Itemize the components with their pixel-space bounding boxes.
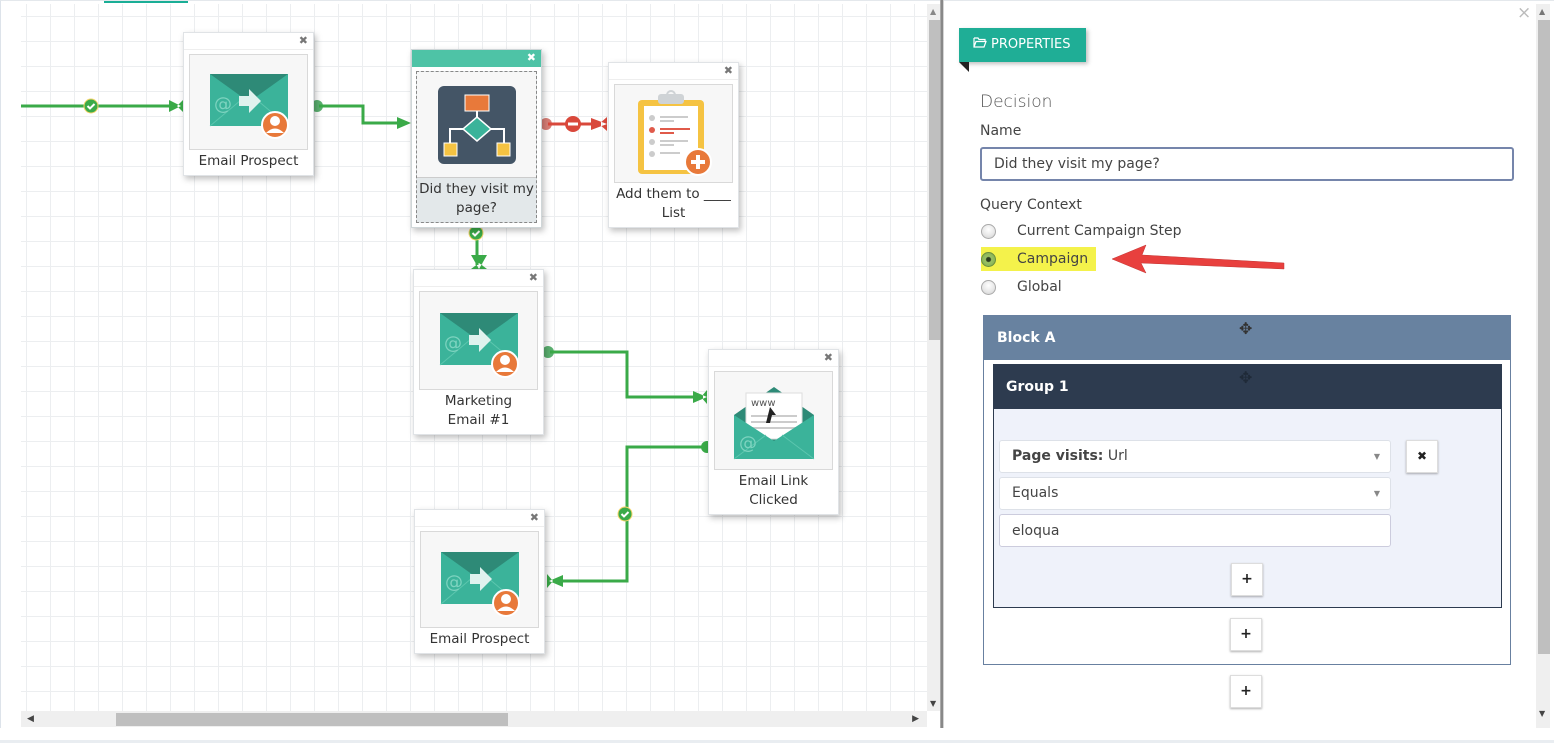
step-label: Add them to ____ List bbox=[616, 186, 731, 221]
clipboard-add-icon bbox=[637, 89, 712, 176]
step-label: Did they visit my page? bbox=[419, 181, 534, 216]
chevron-down-icon: ▼ bbox=[1373, 452, 1380, 461]
chevron-down-icon: ▼ bbox=[1373, 489, 1380, 498]
move-icon[interactable]: ✥ bbox=[1239, 356, 1252, 400]
operator-select-value: Equals bbox=[1012, 485, 1059, 501]
field-select[interactable]: Page visits: Url ▼ bbox=[999, 440, 1391, 473]
svg-text:www: www bbox=[751, 398, 776, 409]
canvas-horizontal-scrollbar[interactable]: ◀ ▶ bbox=[21, 711, 927, 727]
group-header[interactable]: Group 1 ✥ bbox=[994, 365, 1501, 409]
campaign-step-email-link-clicked[interactable]: ✖ www @ Email Link Clicked bbox=[708, 349, 839, 515]
scroll-up-icon[interactable]: ▲ bbox=[930, 7, 936, 16]
email-send-icon: @ bbox=[440, 551, 520, 617]
campaign-step-email-prospect[interactable]: ✖ @ Email Prospect bbox=[414, 509, 545, 654]
criteria-value-input[interactable] bbox=[999, 514, 1391, 547]
properties-panel: × ▲ ▼ PROPERTIES Decision Name Query Con… bbox=[944, 0, 1554, 728]
name-input[interactable] bbox=[980, 147, 1514, 181]
section-title: Decision bbox=[980, 92, 1053, 112]
campaign-step-decision[interactable]: ✖ Did they visit my page? bbox=[411, 49, 542, 228]
radio-button[interactable] bbox=[981, 223, 996, 239]
properties-ribbon: PROPERTIES bbox=[959, 28, 1086, 72]
radio-button[interactable] bbox=[981, 251, 996, 267]
remove-step-icon[interactable]: ✖ bbox=[529, 271, 538, 285]
name-label: Name bbox=[980, 123, 1022, 139]
radio-campaign[interactable]: Campaign bbox=[981, 248, 1088, 270]
scroll-right-icon[interactable]: ▶ bbox=[912, 714, 919, 724]
block-header[interactable]: Block A ✥ bbox=[984, 316, 1510, 360]
add-criteria-button[interactable]: + bbox=[1231, 563, 1263, 596]
panel-vertical-scrollbar[interactable]: ▲ ▼ bbox=[1536, 4, 1550, 728]
add-block-button[interactable]: + bbox=[1230, 675, 1262, 708]
add-group-button[interactable]: + bbox=[1230, 618, 1262, 651]
svg-text:@: @ bbox=[739, 433, 757, 454]
scrollbar-thumb[interactable] bbox=[1538, 20, 1550, 654]
group-title: Group 1 bbox=[1006, 379, 1069, 395]
condition-group: Group 1 ✥ Page visits: Url ▼ Equals ▼ ✖ … bbox=[993, 364, 1502, 608]
scroll-down-icon[interactable]: ▼ bbox=[1539, 709, 1545, 718]
remove-step-icon[interactable]: ✖ bbox=[527, 51, 536, 65]
remove-step-icon[interactable]: ✖ bbox=[724, 64, 733, 78]
step-label: Email Prospect bbox=[198, 153, 299, 169]
scrollbar-thumb[interactable] bbox=[116, 713, 508, 726]
email-send-icon: @ bbox=[209, 74, 289, 139]
step-label: Marketing Email #1 bbox=[444, 393, 513, 428]
annotation-arrow-icon bbox=[1111, 244, 1285, 274]
condition-block: Block A ✥ Group 1 ✥ Page visits: Url ▼ E… bbox=[983, 315, 1511, 665]
scroll-down-icon[interactable]: ▼ bbox=[930, 699, 936, 708]
svg-text:@: @ bbox=[444, 333, 462, 354]
canvas-vertical-scrollbar[interactable]: ▲ ▼ bbox=[927, 4, 941, 711]
move-icon[interactable]: ✥ bbox=[1239, 307, 1252, 351]
email-send-icon: @ bbox=[439, 312, 519, 378]
svg-text:@: @ bbox=[445, 572, 463, 593]
email-link-icon: www @ bbox=[733, 386, 814, 459]
field-select-prefix: Page visits: bbox=[1012, 448, 1104, 464]
block-title: Block A bbox=[997, 330, 1056, 346]
close-icon[interactable]: × bbox=[1517, 3, 1531, 23]
remove-step-icon[interactable]: ✖ bbox=[299, 34, 308, 48]
radio-label: Campaign bbox=[1017, 251, 1089, 267]
remove-criteria-button[interactable]: ✖ bbox=[1406, 440, 1438, 473]
remove-step-icon[interactable]: ✖ bbox=[824, 351, 833, 365]
campaign-step-email-prospect[interactable]: ✖ @ Email Prospect bbox=[183, 32, 314, 176]
svg-text:@: @ bbox=[214, 94, 232, 115]
properties-ribbon-label: PROPERTIES bbox=[991, 37, 1071, 52]
radio-label: Current Campaign Step bbox=[1017, 223, 1182, 239]
step-label: Email Link Clicked bbox=[738, 473, 809, 508]
folder-open-icon bbox=[973, 28, 987, 62]
scroll-up-icon[interactable]: ▲ bbox=[1539, 7, 1545, 16]
step-label: Email Prospect bbox=[429, 631, 530, 647]
scroll-left-icon[interactable]: ◀ bbox=[27, 714, 34, 724]
field-select-value: Url bbox=[1103, 448, 1128, 464]
radio-label: Global bbox=[1017, 279, 1062, 295]
radio-button[interactable] bbox=[981, 279, 996, 295]
operator-select[interactable]: Equals ▼ bbox=[999, 477, 1391, 510]
active-tab-indicator bbox=[104, 1, 188, 3]
remove-step-icon[interactable]: ✖ bbox=[530, 511, 539, 525]
campaign-canvas-area: ✖ @ Email Prospect ✖ Did they visit my p… bbox=[0, 0, 941, 728]
campaign-step-add-to-list[interactable]: ✖ Add them to ____ List bbox=[608, 62, 739, 228]
radio-global[interactable]: Global bbox=[981, 276, 1062, 298]
campaign-step-marketing-email[interactable]: ✖ @ Marketing Email #1 bbox=[413, 269, 544, 435]
radio-current-campaign-step[interactable]: Current Campaign Step bbox=[981, 220, 1181, 242]
query-context-label: Query Context bbox=[980, 197, 1082, 213]
decision-flowchart-icon bbox=[437, 85, 516, 164]
